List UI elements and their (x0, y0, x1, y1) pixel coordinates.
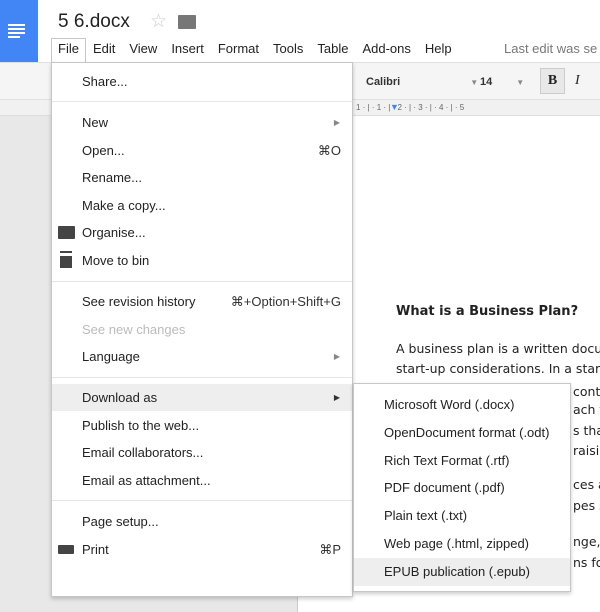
label: Rename... (82, 170, 142, 185)
printer-icon (58, 545, 74, 554)
font-size-select[interactable]: 14 ▼ (480, 76, 524, 88)
label: Organise... (82, 225, 146, 240)
file-menu: Share... New ▶ Open... ⌘O Rename... Make a… (51, 62, 353, 597)
document-heading: What is a Business Plan? (396, 304, 579, 319)
menu-view[interactable]: View (122, 38, 164, 62)
bold-button[interactable]: B (540, 68, 565, 94)
menu-item-email-attachment[interactable]: Email as attachment... (52, 467, 352, 494)
document-fragment: s that (573, 423, 600, 438)
label: New (82, 115, 109, 130)
submenu-arrow-icon: ▶ (333, 393, 340, 402)
label: Page setup... (82, 514, 159, 529)
document-line: A business plan is a written docum (396, 341, 600, 356)
folder-icon[interactable] (178, 15, 196, 29)
menu-help[interactable]: Help (418, 38, 459, 62)
menu-item-organise[interactable]: Organise... (52, 219, 352, 246)
menu-item-new[interactable]: New ▶ (52, 109, 352, 136)
download-rtf[interactable]: Rich Text Format (.rtf) (354, 447, 570, 475)
divider (52, 377, 352, 378)
label: Move to bin (82, 253, 150, 268)
document-fragment: ns for (573, 555, 600, 570)
menu-item-open[interactable]: Open... ⌘O (52, 137, 352, 164)
ruler-ticks: 1 · | · 1 · | · 2 · | · 3 · | · 4 · | · … (356, 103, 465, 112)
menu-item-email-collaborators[interactable]: Email collaborators... (52, 439, 352, 466)
menu-item-share[interactable]: Share... (52, 68, 352, 95)
submenu-arrow-icon: ▶ (333, 352, 340, 361)
document-fragment: ces ar (573, 477, 600, 492)
menu-item-make-copy[interactable]: Make a copy... (52, 192, 352, 219)
download-odt[interactable]: OpenDocument format (.odt) (354, 419, 570, 447)
document-line: start-up considerations. In a start (396, 361, 600, 376)
download-docx[interactable]: Microsoft Word (.docx) (354, 391, 570, 419)
shortcut: ⌘P (319, 542, 341, 557)
menu-item-page-setup[interactable]: Page setup... (52, 508, 352, 535)
label: Language (82, 349, 140, 364)
italic-button[interactable]: I (575, 73, 580, 89)
label: Publish to the web... (82, 418, 200, 433)
chevron-down-icon: ▼ (470, 78, 479, 87)
menu-item-revision-history[interactable]: See revision history ⌘+Option+Shift+G (52, 288, 352, 315)
download-txt[interactable]: Plain text (.txt) (354, 502, 570, 530)
menu-item-download-as[interactable]: Download as ▶ (52, 384, 352, 411)
download-epub[interactable]: EPUB publication (.epub) (354, 558, 570, 586)
document-fragment: cont (573, 384, 600, 399)
document-fragment: pes s (573, 498, 600, 513)
menu-item-language[interactable]: Language ▶ (52, 343, 352, 370)
label: Share... (82, 74, 128, 89)
font-size-value: 14 (480, 76, 493, 88)
menu-tools[interactable]: Tools (266, 38, 310, 62)
document-title[interactable]: 5 6.docx (58, 11, 130, 33)
menu-file[interactable]: File (51, 38, 86, 62)
menu-item-print[interactable]: Print ⌘P (52, 536, 352, 563)
shortcut: ⌘+Option+Shift+G (230, 294, 341, 309)
label: Download as (82, 390, 158, 405)
menu-item-new-changes: See new changes (52, 316, 352, 343)
label: Open... (82, 143, 125, 158)
shortcut: ⌘O (317, 143, 341, 158)
label: Email collaborators... (82, 445, 204, 460)
trash-icon (60, 253, 72, 268)
last-edit-status[interactable]: Last edit was se (504, 41, 597, 56)
menu-format[interactable]: Format (211, 38, 266, 62)
download-pdf[interactable]: PDF document (.pdf) (354, 474, 570, 502)
folder-icon (58, 226, 75, 239)
document-fragment: nge, (573, 534, 600, 549)
download-html[interactable]: Web page (.html, zipped) (354, 530, 570, 558)
menu-item-publish[interactable]: Publish to the web... (52, 412, 352, 439)
menu-item-rename[interactable]: Rename... (52, 164, 352, 191)
divider (52, 101, 352, 102)
label: See new changes (82, 322, 186, 337)
download-submenu: Microsoft Word (.docx) OpenDocument form… (353, 383, 571, 592)
star-icon[interactable]: ☆ (150, 10, 167, 33)
document-fragment: ach t (573, 402, 600, 417)
divider (52, 500, 352, 501)
chevron-down-icon: ▼ (516, 78, 525, 87)
font-select[interactable]: Calibri ▼ (366, 76, 478, 88)
docs-home-logo[interactable] (0, 0, 38, 62)
document-fragment: raisin (573, 443, 600, 458)
label: Print (82, 542, 109, 557)
submenu-arrow-icon: ▶ (333, 118, 340, 127)
label: Make a copy... (82, 198, 166, 213)
menu-addons[interactable]: Add-ons (355, 38, 417, 62)
indent-marker-icon[interactable]: ▼ (390, 102, 399, 112)
menu-insert[interactable]: Insert (164, 38, 211, 62)
menu-bar: File Edit View Insert Format Tools Table… (51, 38, 459, 62)
label: Email as attachment... (82, 473, 211, 488)
menu-table[interactable]: Table (310, 38, 355, 62)
menu-edit[interactable]: Edit (86, 38, 122, 62)
menu-item-move-to-bin[interactable]: Move to bin (52, 247, 352, 274)
font-value: Calibri (366, 76, 401, 88)
label: See revision history (82, 294, 196, 309)
divider (52, 281, 352, 282)
